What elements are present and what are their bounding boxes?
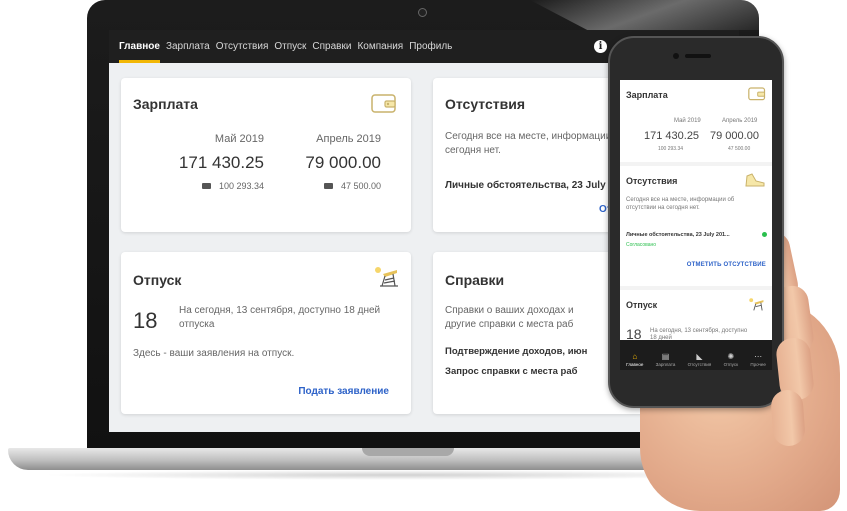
nav-item-company[interactable]: Компания (357, 30, 403, 63)
vacation-text: На сегодня, 13 сентября, доступно 18 дне… (179, 305, 381, 330)
nav-item-profile[interactable]: Профиль (409, 30, 452, 63)
salary-current-month: Май 2019 (214, 133, 264, 145)
references-text: Справки о ваших доходах и другие справки… (445, 305, 574, 330)
wallet-icon (371, 94, 396, 113)
laptop-notch (362, 448, 454, 456)
sneaker-icon (745, 173, 765, 187)
salary-previous-sub: 47 500.00 (305, 181, 381, 191)
salary-previous-month: Апрель 2019 (316, 133, 381, 145)
salary-current-sub: 100 293.34 (179, 181, 264, 191)
salary-card: Зарплата Май 2019 171 430.25 100 293.34 … (121, 78, 411, 232)
phone-salary-sub-1: 100 293.34 (658, 146, 684, 152)
phone-tab-label: Отсутствия (687, 362, 712, 367)
nav-item-references[interactable]: Справки (312, 30, 351, 63)
phone-tab-absences[interactable]: ◣ Отсутствия (688, 352, 712, 367)
sun-icon: ✺ (727, 352, 735, 361)
phone-tab-salary[interactable]: ▤ Зарплата (656, 352, 676, 367)
phone-tab-home[interactable]: ⌂ Главное (626, 352, 643, 367)
smartphone: Зарплата Май 2019 Апрель 2019 171 430.25… (608, 36, 784, 408)
absence-text: Сегодня все на месте, информации сегодня… (445, 131, 612, 156)
vacation-card: Отпуск 18 На сегодня, 13 сентября, досту… (121, 252, 411, 414)
vacation-days: 18 (133, 308, 158, 333)
phone-salary-sub-2: 47 500.00 (728, 146, 751, 152)
vacation-note: Здесь - ваши заявления на отпуск. (133, 348, 295, 359)
phone-absence-title: Отсутствия (626, 176, 678, 186)
money-icon (323, 183, 333, 189)
phone-absence-text: Сегодня все на месте, информации об отсу… (626, 197, 735, 211)
salary-current-amount: 171 430.25 (178, 153, 264, 172)
webcam (418, 8, 427, 17)
phone-tab-label: Прочее (750, 362, 766, 367)
beach-chair-icon (749, 298, 764, 311)
phone-screen: Зарплата Май 2019 Апрель 2019 171 430.25… (620, 80, 772, 370)
shoe-icon: ◣ (696, 352, 703, 361)
phone-vacation-title: Отпуск (626, 300, 658, 310)
salary-card-title: Зарплата (133, 96, 198, 112)
salary-previous-amount: 79 000.00 (305, 153, 381, 172)
salary-previous-net: 47 500.00 (340, 181, 381, 191)
nav-item-salary[interactable]: Зарплата (166, 30, 210, 63)
nav-item-home[interactable]: Главное (119, 30, 160, 63)
salary-current-column: Май 2019 171 430.25 100 293.34 (179, 133, 264, 191)
phone-absence-item[interactable]: Личные обстоятельства, 23 July 201... (626, 232, 730, 238)
phone-speaker (685, 54, 711, 58)
home-icon: ⌂ (632, 352, 638, 361)
salary-previous-column: Апрель 2019 79 000.00 47 500.00 (305, 133, 381, 191)
money-icon (201, 183, 211, 189)
phone-absence-card: Отсутствия Сегодня все на месте, информа… (620, 166, 772, 286)
phone-salary-amount-1: 171 430.25 (644, 130, 700, 142)
salary-current-net: 100 293.34 (218, 181, 264, 191)
phone-salary-month-1: Май 2019 (674, 118, 701, 124)
status-dot-icon (762, 232, 767, 237)
beach-chair-icon (375, 267, 398, 287)
nav-item-vacation[interactable]: Отпуск (274, 30, 306, 63)
phone-tab-label: Главное (626, 362, 644, 367)
absence-card-title: Отсутствия (445, 96, 526, 112)
submit-vacation-link[interactable]: Подать заявление (298, 386, 389, 397)
absence-item[interactable]: Личные обстоятельства, 23 July ... (445, 180, 617, 191)
info-icon[interactable]: i (594, 40, 607, 53)
reference-item-request[interactable]: Запрос справки с места раб (445, 366, 577, 377)
nav-item-absences[interactable]: Отсутствия (216, 30, 269, 63)
document-icon: ▤ (661, 352, 670, 361)
phone-salary-card: Зарплата Май 2019 Апрель 2019 171 430.25… (620, 80, 772, 162)
phone-tab-label: Отпуск (723, 362, 739, 367)
phone-tab-vacation[interactable]: ✺ Отпуск (724, 352, 738, 367)
phone-absence-status: Согласовано (626, 242, 657, 248)
wallet-icon (748, 87, 766, 101)
phone-salary-title: Зарплата (626, 90, 668, 100)
phone-camera (673, 53, 679, 59)
phone-tab-label: Зарплата (655, 362, 676, 367)
more-icon: ⋯ (754, 352, 763, 361)
references-card-title: Справки (445, 272, 505, 288)
phone-salary-amount-2: 79 000.00 (710, 130, 759, 142)
vacation-card-title: Отпуск (133, 272, 182, 288)
reference-item-income[interactable]: Подтверждение доходов, июн (445, 346, 587, 357)
phone-tab-more[interactable]: ⋯ Прочее (750, 352, 766, 367)
hand-finger (770, 388, 806, 448)
phone-bottom-nav: ⌂ Главное ▤ Зарплата ◣ Отсутствия ✺ Отпу… (620, 340, 772, 370)
phone-mark-absence-button[interactable]: ОТМЕТИТЬ ОТСУТСТВИЕ (687, 262, 766, 268)
phone-salary-month-2: Апрель 2019 (722, 118, 758, 124)
